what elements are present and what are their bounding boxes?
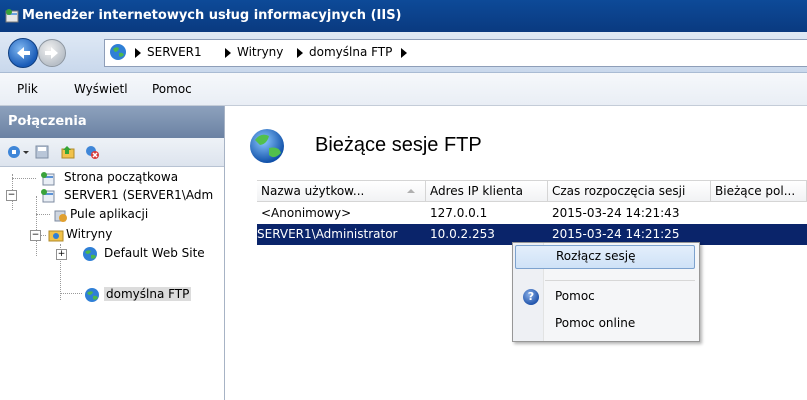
forward-button[interactable] <box>38 39 66 67</box>
column-header-current-label: Bieżące pol... <box>715 184 796 198</box>
menu-file[interactable]: Plik <box>17 82 38 96</box>
back-button[interactable] <box>8 38 38 68</box>
tree-item-default-web-site[interactable]: Default Web Site <box>104 246 205 260</box>
up-folder-icon[interactable] <box>60 144 76 160</box>
connections-header: Połączenia <box>0 106 224 138</box>
tree-item-app-pools[interactable]: Pule aplikacji <box>70 207 148 221</box>
cell-user: SERVER1\Administrator <box>257 227 398 241</box>
cell-start-time: 2015-03-24 14:21:25 <box>552 227 680 241</box>
dropdown-arrow-icon[interactable] <box>22 144 30 160</box>
context-menu-separator <box>545 280 695 281</box>
forward-arrow-icon <box>45 47 58 59</box>
tree-item-start-page[interactable]: Strona początkowa <box>64 170 178 184</box>
window-title: Menedżer internetowych usług informacyjn… <box>22 8 402 23</box>
app-pools-icon <box>54 210 67 222</box>
column-header-start-time-label: Czas rozpoczęcia sesji <box>552 184 686 198</box>
breadcrumb-separator-icon <box>225 48 231 58</box>
menu-view[interactable]: Wyświetl <box>74 82 128 96</box>
menu-item-help-label: Pomoc <box>555 289 595 303</box>
address-bar: SERVER1 Witryny domyślna FTP <box>0 32 807 73</box>
cell-ip: 10.0.2.253 <box>430 227 495 241</box>
connections-title: Połączenia <box>8 114 87 129</box>
help-icon: ? <box>523 289 539 305</box>
breadcrumb-sites[interactable]: Witryny <box>237 45 283 59</box>
cell-user: <Anonimowy> <box>261 206 352 220</box>
breadcrumb-server[interactable]: SERVER1 <box>147 45 202 59</box>
menu-item-disconnect-session[interactable]: Rozłącz sesję <box>515 245 695 269</box>
menu-item-help-online[interactable]: Pomoc online <box>515 312 695 336</box>
connections-panel: Połączenia Strona początkowa − SERVER1 (… <box>0 106 225 400</box>
collapse-server-icon[interactable]: − <box>6 190 17 201</box>
sites-folder-icon <box>48 230 64 242</box>
ftp-sessions-globe-icon <box>250 129 284 163</box>
column-header-ip-label: Adres IP klienta <box>430 184 523 198</box>
iis-app-icon <box>5 9 19 23</box>
breadcrumb-separator-icon[interactable] <box>401 48 407 58</box>
column-header-start-time[interactable]: Czas rozpoczęcia sesji <box>548 180 711 202</box>
start-page-icon <box>41 172 55 186</box>
menu-item-disconnect-session-label: Rozłącz sesję <box>556 249 636 263</box>
ftp-site-globe-icon <box>85 288 99 302</box>
table-row[interactable]: <Anonimowy> 127.0.0.1 2015-03-24 14:21:4… <box>257 203 807 224</box>
title-bar: Menedżer internetowych usług informacyjn… <box>0 0 807 32</box>
menu-item-help-online-label: Pomoc online <box>555 316 636 330</box>
menu-bar: Plik Wyświetl Pomoc <box>0 73 807 106</box>
tree-item-sites[interactable]: Witryny <box>66 227 112 241</box>
address-box[interactable]: SERVER1 Witryny domyślna FTP <box>104 39 807 67</box>
menu-item-help[interactable]: ? Pomoc <box>515 285 695 309</box>
context-menu: Rozłącz sesję ? Pomoc Pomoc online <box>512 242 700 342</box>
sort-ascending-icon <box>407 189 415 193</box>
disconnect-icon[interactable] <box>84 144 100 160</box>
column-header-user-label: Nazwa użytkow... <box>261 184 365 198</box>
column-header-current[interactable]: Bieżące pol... <box>711 180 807 202</box>
expand-default-site-icon[interactable]: + <box>56 249 67 260</box>
breadcrumb-ftp-site[interactable]: domyślna FTP <box>309 45 392 59</box>
tree-item-ftp-site[interactable]: domyślna FTP <box>104 287 192 301</box>
column-header-user[interactable]: Nazwa użytkow... <box>257 180 426 202</box>
page-title: Bieżące sesje FTP <box>315 134 482 156</box>
back-arrow-icon <box>17 47 30 59</box>
breadcrumb-separator-icon <box>135 48 141 58</box>
cell-ip: 127.0.0.1 <box>430 206 488 220</box>
breadcrumb-separator-icon <box>297 48 303 58</box>
collapse-sites-icon[interactable]: − <box>30 230 41 241</box>
cell-start-time: 2015-03-24 14:21:43 <box>552 206 680 220</box>
globe-icon <box>110 44 126 60</box>
column-header-ip[interactable]: Adres IP klienta <box>426 180 548 202</box>
tree-item-server[interactable]: SERVER1 (SERVER1\Adm <box>64 188 213 202</box>
menu-help[interactable]: Pomoc <box>152 82 192 96</box>
server-icon <box>41 189 55 203</box>
connect-icon[interactable] <box>6 144 22 160</box>
website-globe-icon <box>83 247 97 261</box>
connections-tree: Strona początkowa − SERVER1 (SERVER1\Adm… <box>0 166 224 400</box>
connections-toolbar <box>0 138 224 167</box>
save-icon[interactable] <box>34 144 50 160</box>
